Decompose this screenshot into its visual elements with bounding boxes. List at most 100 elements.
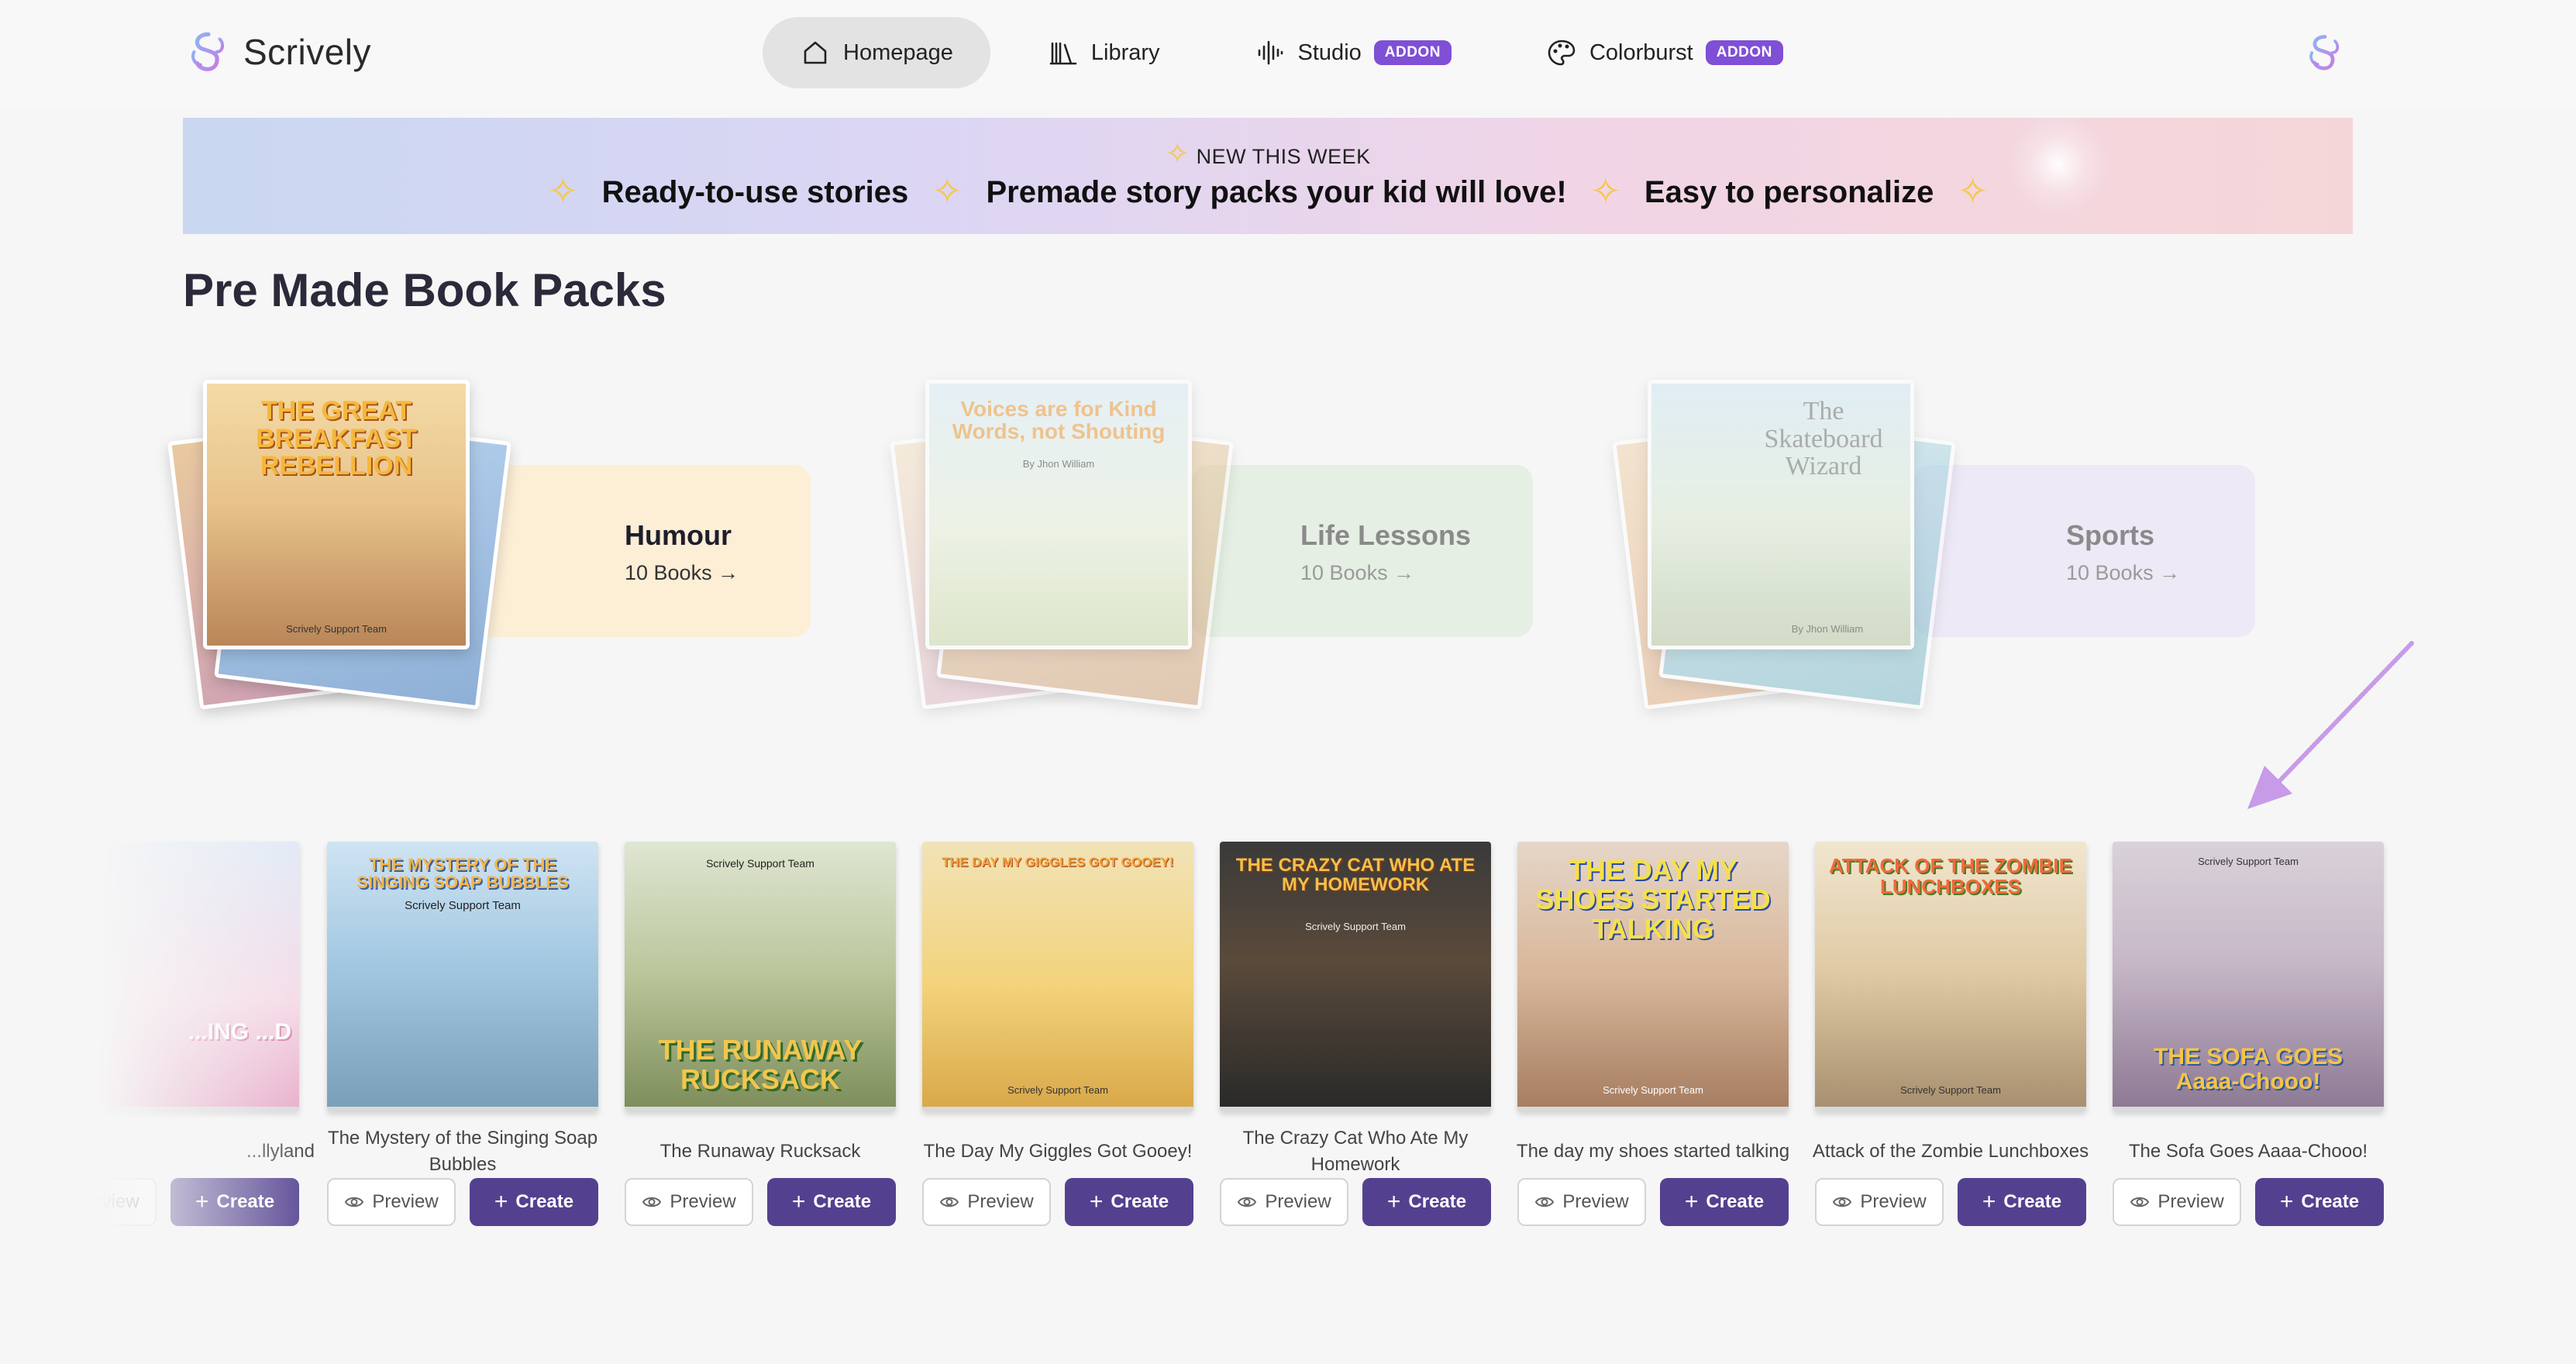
preview-button[interactable]: Preview xyxy=(1815,1178,1944,1226)
cover-title: THE CRAZY CAT WHO ATE MY HOMEWORK xyxy=(1235,855,1476,896)
top-header: Scrively Homepage Library Studio ADDON C… xyxy=(0,0,2576,108)
pack-count[interactable]: 10 Books → xyxy=(625,561,739,585)
create-button[interactable]: + Create xyxy=(470,1178,598,1226)
pack-name: Sports xyxy=(2066,519,2155,551)
plus-icon: + xyxy=(1089,1189,1104,1214)
page-title: Pre Made Book Packs xyxy=(183,264,666,316)
create-button[interactable]: + Create xyxy=(1362,1178,1491,1226)
nav-homepage[interactable]: Homepage xyxy=(763,17,990,88)
create-label: Create xyxy=(1408,1191,1467,1212)
addon-badge: ADDON xyxy=(1705,40,1783,65)
create-label: Create xyxy=(2003,1191,2062,1212)
pack-name: Humour xyxy=(625,519,732,551)
pack-cover-stack: THE GREAT BREAKFAST REBELLION Scrively S… xyxy=(167,380,555,710)
banner-subtitle-text: NEW THIS WEEK xyxy=(1196,145,1371,168)
create-label: Create xyxy=(515,1191,574,1212)
book-title: Attack of the Zombie Lunchboxes xyxy=(1812,1141,2089,1162)
preview-button[interactable]: Preview xyxy=(1517,1178,1646,1226)
pack-count[interactable]: 10 Books → xyxy=(1300,561,1471,585)
banner-item: Easy to personalize xyxy=(1644,174,1934,209)
create-button[interactable]: + Create xyxy=(1660,1178,1789,1226)
preview-label: Preview xyxy=(372,1191,439,1212)
book-title: The Sofa Goes Aaaa-Chooo! xyxy=(2128,1141,2368,1162)
create-button[interactable]: + Create xyxy=(1065,1178,1193,1226)
cover-title: ATTACK OF THE ZOMBIE LUNCHBOXES xyxy=(1829,854,2072,899)
cover-author: Scrively Support Team xyxy=(1900,1084,2001,1096)
profile-logo-icon[interactable] xyxy=(2303,31,2347,74)
plus-icon: + xyxy=(1982,1189,1996,1214)
book-actions: Preview + Create xyxy=(922,1178,1193,1226)
cover-author: By Jhon William xyxy=(1022,458,1095,470)
eye-icon xyxy=(1535,1197,1555,1207)
book-title: The Runaway Rucksack xyxy=(659,1141,861,1162)
preview-button[interactable]: Preview xyxy=(28,1178,157,1226)
preview-label: Preview xyxy=(1860,1191,1927,1212)
eye-icon xyxy=(642,1197,662,1207)
book-title: The Crazy Cat Who Ate My Homework xyxy=(1242,1128,1469,1175)
preview-label: Preview xyxy=(1265,1191,1331,1212)
create-button[interactable]: + Create xyxy=(170,1178,299,1226)
preview-label: Preview xyxy=(73,1191,139,1212)
cover-author: Scrively Support Team xyxy=(706,857,814,870)
promo-banner[interactable]: ✧ NEW THIS WEEK ✧ Ready-to-use stories ✧ … xyxy=(183,118,2353,234)
cover-title: Voices are for Kind Words, not Shouting xyxy=(952,397,1166,444)
eye-icon xyxy=(46,1197,65,1207)
pack-humour[interactable]: THE GREAT BREAKFAST REBELLION Scrively S… xyxy=(167,380,865,710)
plus-icon: + xyxy=(1684,1189,1699,1214)
nav-label: Colorburst xyxy=(1589,40,1693,65)
create-label: Create xyxy=(1111,1191,1169,1212)
book-cover[interactable]: THE DAY MY SHOES STARTED TALKING Scrivel… xyxy=(1517,842,1789,1111)
sparkle-icon: ✧ xyxy=(1589,171,1621,212)
create-label: Create xyxy=(813,1191,872,1212)
banner-highlights: ✧ Ready-to-use stories ✧ Premade story p… xyxy=(183,174,2353,211)
plus-icon: + xyxy=(791,1189,806,1214)
book-title: The day my shoes started talking xyxy=(1516,1141,1790,1162)
eye-icon xyxy=(940,1197,959,1207)
pack-life-lessons[interactable]: Voices are for Kind Words, not Shouting … xyxy=(890,380,1587,710)
preview-button[interactable]: Preview xyxy=(1220,1178,1348,1226)
nav-label: Homepage xyxy=(843,40,953,65)
preview-button[interactable]: Preview xyxy=(327,1178,456,1226)
book-cover[interactable]: Scrively Support Team THE RUNAWAY RUCKSA… xyxy=(625,842,896,1111)
plus-icon: + xyxy=(195,1189,209,1214)
preview-button[interactable]: Preview xyxy=(625,1178,753,1226)
book-actions: Preview + Create xyxy=(327,1178,598,1226)
preview-label: Preview xyxy=(670,1191,736,1212)
cover-title: THE MYSTERY OF THE SINGING SOAP BUBBLES xyxy=(356,855,569,893)
book-title: ...llyland xyxy=(246,1141,315,1162)
sparkle-icon: ✧ xyxy=(1957,171,1989,212)
create-button[interactable]: + Create xyxy=(767,1178,896,1226)
cover-title: ...ING ...D xyxy=(188,1019,291,1045)
book-actions: Preview + Create xyxy=(2113,1178,2384,1226)
nav-colorburst[interactable]: Colorburst ADDON xyxy=(1509,17,1820,88)
app-logo[interactable]: Scrively xyxy=(184,28,371,76)
book-cover[interactable]: ATTACK OF THE ZOMBIE LUNCHBOXES Scrively… xyxy=(1815,842,2086,1111)
nav-library[interactable]: Library xyxy=(1011,17,1197,88)
pack-count[interactable]: 10 Books → xyxy=(2066,561,2180,585)
palette-icon xyxy=(1548,40,1576,66)
create-label: Create xyxy=(1706,1191,1765,1212)
banner-item: Ready-to-use stories xyxy=(601,174,909,209)
pack-front-cover: The Skateboard Wizard By Jhon William xyxy=(1648,380,1914,649)
pack-sports[interactable]: The Skateboard Wizard By Jhon William Sp… xyxy=(1612,380,2309,710)
addon-badge: ADDON xyxy=(1373,40,1452,65)
audio-wave-icon xyxy=(1258,40,1283,65)
book-cover[interactable]: THE DAY MY GIGGLES GOT GOOEY! Scrively S… xyxy=(922,842,1193,1111)
book-cover[interactable]: THE CRAZY CAT WHO ATE MY HOMEWORK Scrive… xyxy=(1220,842,1491,1111)
preview-button[interactable]: Preview xyxy=(922,1178,1051,1226)
book-cover[interactable]: Scrively Support Team THE SOFA GOES Aaaa… xyxy=(2113,842,2384,1111)
library-icon xyxy=(1049,42,1077,65)
pack-front-cover: THE GREAT BREAKFAST REBELLION Scrively S… xyxy=(203,380,470,649)
book-title: The Day My Giggles Got Gooey! xyxy=(923,1141,1193,1162)
create-button[interactable]: + Create xyxy=(1958,1178,2086,1226)
create-button[interactable]: + Create xyxy=(2255,1178,2384,1226)
cover-author: Scrively Support Team xyxy=(2198,856,2299,867)
book-cover[interactable]: THE MYSTERY OF THE SINGING SOAP BUBBLES … xyxy=(327,842,598,1111)
create-label: Create xyxy=(216,1191,275,1212)
app-name: Scrively xyxy=(243,32,372,72)
preview-button[interactable]: Preview xyxy=(2113,1178,2241,1226)
book-actions: Preview + Create xyxy=(28,1178,299,1226)
nav-studio[interactable]: Studio ADDON xyxy=(1217,17,1489,88)
sparkle-icon: ✧ xyxy=(1165,138,1190,170)
book-cover[interactable]: ...ING ...D xyxy=(28,842,299,1111)
